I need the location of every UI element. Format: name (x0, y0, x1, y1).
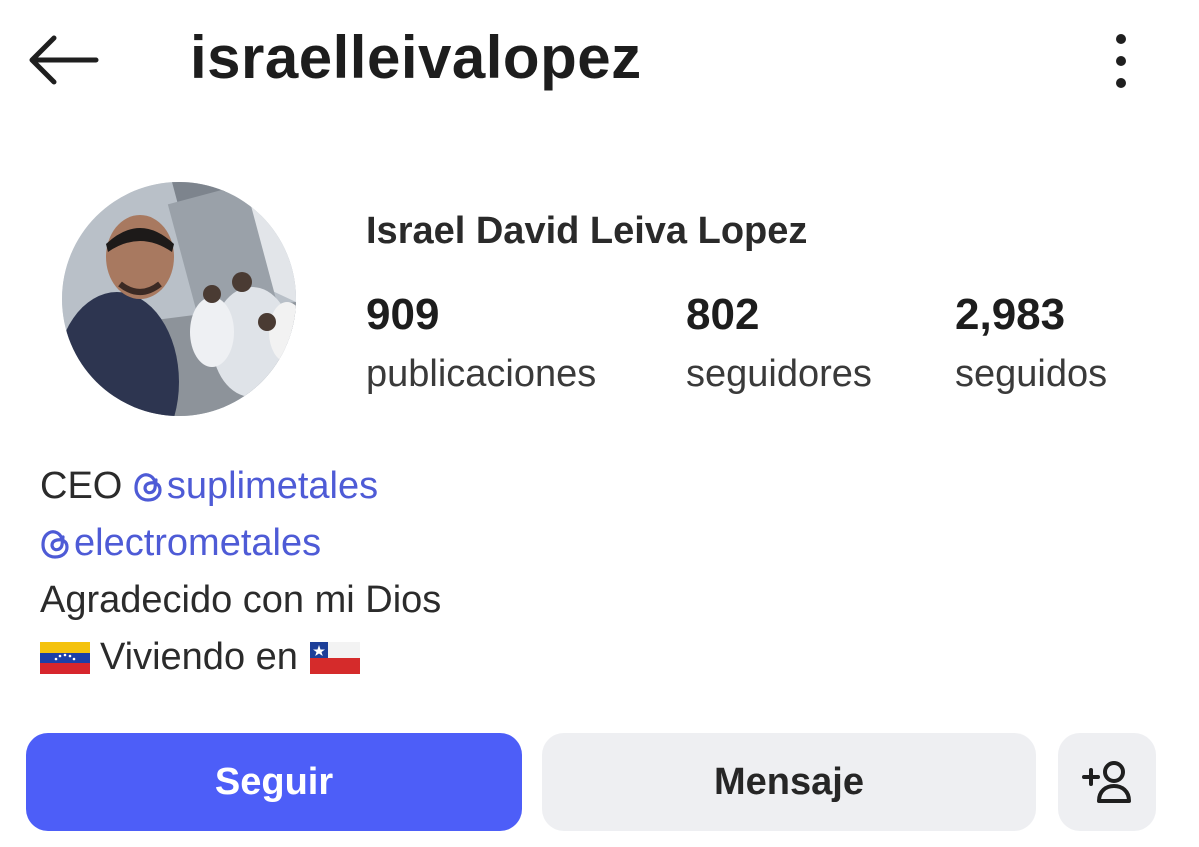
follow-button[interactable]: Seguir (26, 733, 522, 831)
stat-following-label: seguidos (955, 353, 1108, 395)
threads-icon (134, 472, 162, 502)
bio: CEO suplimetales electrometales Agradeci… (40, 458, 441, 686)
full-name: Israel David Leiva Lopez (366, 210, 808, 252)
mention-electrometales[interactable]: electrometales (40, 515, 321, 572)
profile-photo (62, 182, 296, 416)
avatar[interactable] (62, 182, 296, 416)
stat-following-count: 2,983 (955, 290, 1066, 339)
bio-line-ceo: CEO suplimetales (40, 458, 441, 515)
stat-followers-label: seguidores (686, 353, 872, 395)
mention-suplimetales-text: suplimetales (166, 465, 379, 507)
mention-suplimetales[interactable]: suplimetales (133, 458, 378, 515)
more-vertical-icon (1116, 34, 1126, 88)
threads-icon (41, 529, 69, 559)
arrow-left-icon (29, 35, 99, 85)
bio-living-text: Viviendo en (100, 636, 298, 678)
bio-line-grateful: Agradecido con mi Dios (40, 579, 442, 621)
top-bar: israelleivalopez (0, 0, 1199, 120)
mention-electrometales-text: electrometales (74, 522, 322, 564)
stat-followers-count: 802 (686, 290, 760, 339)
profile-username: israelleivalopez (190, 24, 642, 91)
chile-flag-icon (309, 641, 360, 674)
bio-line-mention2: electrometales (40, 515, 441, 572)
stat-seguidos[interactable]: 2,983 seguidos (955, 288, 1107, 400)
more-options-button[interactable] (1096, 26, 1146, 96)
bio-line-living: Viviendo en (40, 629, 441, 686)
message-button[interactable]: Mensaje (542, 733, 1036, 831)
stat-publicaciones[interactable]: 909 publicaciones (366, 288, 596, 400)
suggested-users-button[interactable] (1058, 733, 1156, 831)
bio-ceo-prefix: CEO (40, 465, 133, 507)
person-add-icon (1082, 761, 1131, 803)
venezuela-flag-icon (40, 641, 90, 674)
back-button[interactable] (22, 24, 106, 96)
stat-seguidores[interactable]: 802 seguidores (686, 288, 872, 400)
stat-posts-count: 909 (366, 290, 440, 339)
stat-posts-label: publicaciones (366, 353, 597, 395)
